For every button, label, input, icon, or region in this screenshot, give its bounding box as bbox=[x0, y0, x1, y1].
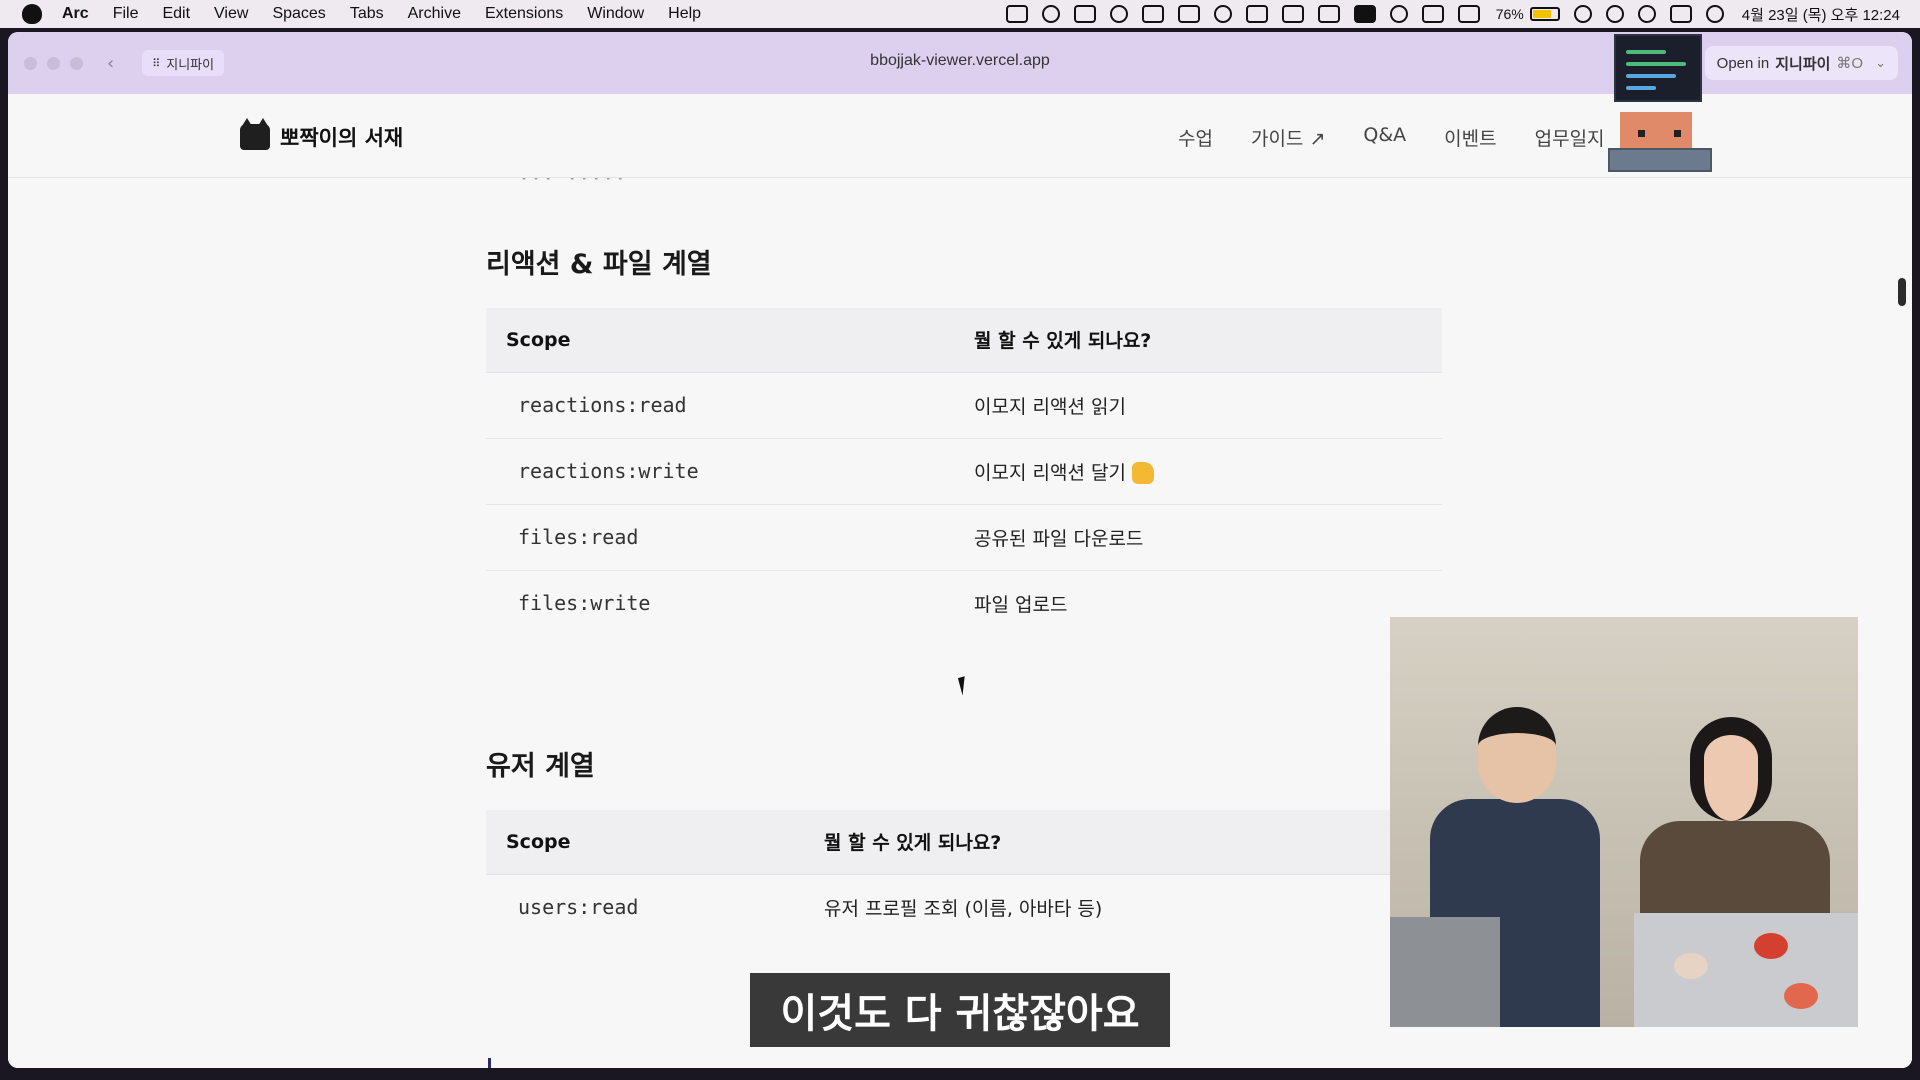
menubar-app-icon[interactable] bbox=[1421, 5, 1444, 23]
open-in-button[interactable]: Open in 지니파이 ⌘O ⌄ bbox=[1704, 46, 1898, 80]
code-line bbox=[1626, 50, 1666, 54]
menubar-app-icon[interactable] bbox=[1457, 5, 1480, 23]
menu-tabs[interactable]: Tabs bbox=[350, 5, 384, 23]
presenter-left-head bbox=[1478, 707, 1556, 803]
table-header-description: 뭘 할 수 있게 되나요? bbox=[824, 810, 1442, 875]
menu-file[interactable]: File bbox=[113, 5, 139, 23]
spotlight-search-icon[interactable] bbox=[1637, 5, 1656, 23]
page-scrollbar-thumb[interactable] bbox=[1898, 278, 1906, 306]
scope-cell: users:read bbox=[518, 895, 639, 920]
menu-app-arc[interactable]: Arc bbox=[62, 5, 89, 23]
menubar-app-icon[interactable] bbox=[1041, 5, 1060, 23]
table-header-scope: Scope bbox=[486, 308, 974, 373]
scope-cell: reactions:read bbox=[486, 372, 974, 439]
menu-archive[interactable]: Archive bbox=[408, 5, 461, 23]
laptop-sticker bbox=[1784, 983, 1818, 1009]
presenter-right-head bbox=[1690, 717, 1772, 821]
description-cell: 유저 프로필 조회 (이름, 아바타 등) bbox=[824, 897, 1103, 920]
scope-cell: files:write bbox=[518, 591, 651, 616]
nav-link-qa[interactable]: Q&A bbox=[1363, 124, 1406, 151]
avatar-eye bbox=[1638, 130, 1645, 137]
avatar-eye bbox=[1674, 130, 1681, 137]
scope-cell: files:read bbox=[486, 504, 974, 571]
bluetooth-icon[interactable] bbox=[1317, 5, 1340, 23]
description-cell: 파일 업로드 bbox=[974, 593, 1068, 616]
laptop-sticker bbox=[1754, 933, 1788, 959]
table-row: files:write 파일 업로드 bbox=[486, 570, 1442, 636]
chevron-down-icon[interactable]: ⌄ bbox=[1875, 55, 1886, 71]
apple-menu-icon[interactable] bbox=[22, 4, 42, 24]
menubar-app-icon[interactable] bbox=[1281, 5, 1304, 23]
scope-table-reactions-files: Scope 뭘 할 수 있게 되나요? reactions:read 이모지 리… bbox=[486, 308, 1442, 636]
site-nav-links: 수업 가이드 ↗ Q&A 이벤트 업무일지 bbox=[1178, 124, 1643, 151]
battery-percent: 76% bbox=[1495, 6, 1524, 22]
description-cell: 공유된 파일 다운로드 bbox=[974, 504, 1442, 571]
content-accent-bar bbox=[488, 1058, 491, 1068]
open-in-shortcut: ⌘O bbox=[1836, 55, 1864, 72]
pixel-character-avatar bbox=[1608, 112, 1712, 176]
table-row: users:read 유저 프로필 조회 (이름, 아바타 등) bbox=[486, 874, 1442, 940]
menubar-clock[interactable]: 4월 23일 (목) 오후 12:24 bbox=[1742, 4, 1900, 25]
table-header-description: 뭘 할 수 있게 되나요? bbox=[974, 308, 1442, 373]
laptop-left bbox=[1390, 917, 1500, 1027]
section-title-users: 유저 계열 bbox=[486, 751, 595, 782]
table-header-row: Scope 뭘 할 수 있게 되나요? bbox=[486, 308, 1442, 373]
wifi-icon[interactable] bbox=[1573, 5, 1592, 23]
notion-icon[interactable] bbox=[1141, 5, 1164, 23]
nav-link-worklog[interactable]: 업무일지 bbox=[1535, 124, 1605, 151]
code-editor-thumbnail bbox=[1614, 34, 1702, 102]
menubar-app-icon[interactable] bbox=[1109, 5, 1128, 23]
nav-link-events[interactable]: 이벤트 bbox=[1444, 124, 1496, 151]
description-cell: 이모지 리액션 읽기 bbox=[974, 372, 1442, 439]
thumbs-up-icon bbox=[1131, 462, 1154, 484]
webcam-video-overlay bbox=[1390, 617, 1858, 1027]
menubar-app-icon[interactable] bbox=[1177, 5, 1200, 23]
menu-extensions[interactable]: Extensions bbox=[485, 5, 563, 23]
laptop-sticker bbox=[1674, 953, 1708, 979]
menubar-app-icon[interactable] bbox=[1213, 5, 1232, 23]
siri-icon[interactable] bbox=[1705, 5, 1724, 23]
menubar-app-icon[interactable] bbox=[1245, 5, 1268, 23]
menu-help[interactable]: Help bbox=[668, 5, 701, 23]
code-line bbox=[1626, 74, 1676, 78]
menubar-app-icon[interactable] bbox=[1005, 5, 1028, 23]
scope-cell: reactions:write bbox=[486, 438, 974, 505]
table-header-scope: Scope bbox=[486, 810, 824, 875]
open-in-prefix: Open in bbox=[1716, 54, 1770, 72]
nav-link-classes[interactable]: 수업 bbox=[1178, 124, 1213, 151]
table-row: files:read 공유된 파일 다운로드 bbox=[486, 504, 1442, 571]
battery-icon[interactable] bbox=[1529, 7, 1560, 21]
menu-window[interactable]: Window bbox=[587, 5, 644, 23]
nav-link-guide[interactable]: 가이드 ↗ bbox=[1251, 124, 1325, 151]
status-tray: 76% 4월 23일 (목) 오후 12:24 bbox=[992, 0, 1900, 28]
description-text: 이모지 리액션 달기 bbox=[974, 461, 1126, 484]
open-in-target: 지니파이 bbox=[1775, 55, 1831, 73]
play-icon[interactable] bbox=[1389, 5, 1408, 23]
menubar-app-icon[interactable] bbox=[1073, 5, 1096, 23]
menu-spaces[interactable]: Spaces bbox=[272, 5, 325, 23]
menu-view[interactable]: View bbox=[214, 5, 248, 23]
menu-edit[interactable]: Edit bbox=[162, 5, 190, 23]
video-subtitle: 이것도 다 귀찮잖아요 bbox=[750, 973, 1170, 1047]
macos-menu-bar: Arc File Edit View Spaces Tabs Archive E… bbox=[0, 0, 1920, 28]
site-header: 뽀짝이의 서재 수업 가이드 ↗ Q&A 이벤트 업무일지 bbox=[8, 94, 1912, 178]
section-title-reactions-files: 리액션 & 파일 계열 bbox=[486, 249, 712, 280]
table-row: reactions:read 이모지 리액션 읽기 bbox=[486, 372, 1442, 439]
table-row: reactions:write 이모지 리액션 달기 bbox=[486, 438, 1442, 505]
cat-logo-icon bbox=[240, 118, 270, 150]
site-logo[interactable]: 뽀짝이의 서재 bbox=[240, 118, 404, 152]
avatar-face bbox=[1620, 112, 1692, 150]
avatar-keyboard bbox=[1608, 148, 1712, 172]
battery-fill bbox=[1532, 10, 1551, 18]
input-source-icon[interactable] bbox=[1353, 5, 1376, 23]
control-center-icon[interactable] bbox=[1669, 5, 1692, 23]
scope-table-users: Scope 뭘 할 수 있게 되나요? users:read 유저 프로필 조회… bbox=[486, 810, 1442, 940]
user-icon[interactable] bbox=[1605, 5, 1624, 23]
site-name: 뽀짝이의 서재 bbox=[280, 126, 404, 150]
description-cell: 이모지 리액션 달기 bbox=[974, 438, 1442, 505]
code-line bbox=[1626, 86, 1656, 90]
table-header-row: Scope 뭘 할 수 있게 되나요? bbox=[486, 810, 1442, 875]
laptop-right bbox=[1634, 913, 1858, 1027]
code-line bbox=[1626, 62, 1686, 66]
